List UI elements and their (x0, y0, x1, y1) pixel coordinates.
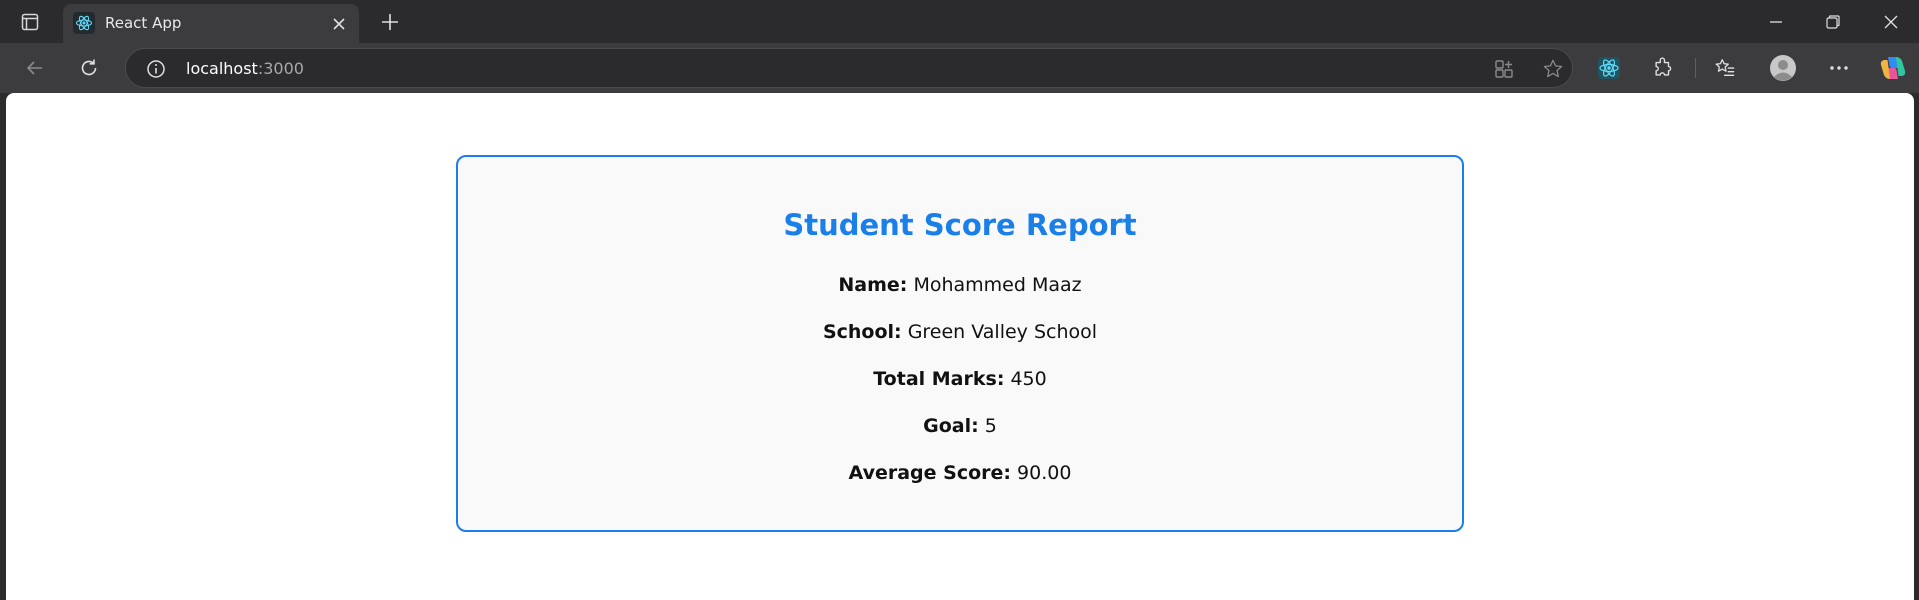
puzzle-icon[interactable] (1645, 52, 1681, 84)
minimize-button[interactable] (1753, 4, 1799, 40)
field-label: Name: (838, 274, 908, 296)
page-viewport: Student Score Report Name: Mohammed Maaz… (6, 93, 1914, 600)
tab-title: React App (105, 14, 182, 32)
reload-icon[interactable] (71, 52, 107, 84)
window-close-button[interactable] (1868, 4, 1914, 40)
arrow-left-icon[interactable] (17, 52, 53, 84)
address-bar[interactable]: localhost:3000 (125, 48, 1573, 88)
more-icon[interactable] (1821, 52, 1857, 84)
field-value: 450 (1010, 368, 1047, 390)
tab-actions-icon[interactable] (14, 8, 46, 36)
field-average-score: Average Score: 90.00 (458, 462, 1462, 484)
score-report-card: Student Score Report Name: Mohammed Maaz… (456, 155, 1464, 532)
react-devtools-icon[interactable] (1591, 52, 1627, 84)
field-label: Average Score: (848, 462, 1011, 484)
restore-button[interactable] (1810, 4, 1856, 40)
apps-icon[interactable] (1491, 57, 1517, 81)
url-text: localhost:3000 (186, 59, 304, 78)
favorites-icon[interactable] (1707, 52, 1743, 84)
field-total-marks: Total Marks: 450 (458, 368, 1462, 390)
field-value: 5 (984, 415, 997, 437)
field-label: Goal: (923, 415, 979, 437)
browser-toolbar: localhost:3000 (0, 43, 1919, 93)
field-school: School: Green Valley School (458, 321, 1462, 343)
react-atom-icon (73, 12, 95, 34)
browser-tab[interactable]: React App (63, 4, 359, 43)
copilot-icon[interactable] (1875, 52, 1911, 84)
avatar-icon[interactable] (1765, 52, 1801, 84)
field-goal: Goal: 5 (458, 415, 1462, 437)
field-label: School: (822, 321, 902, 343)
field-label: Total Marks: (873, 368, 1005, 390)
field-name: Name: Mohammed Maaz (458, 274, 1462, 296)
url-port: :3000 (257, 59, 304, 78)
info-icon[interactable] (144, 57, 168, 81)
close-icon[interactable] (327, 12, 351, 36)
url-host: localhost (186, 59, 258, 78)
field-value: Mohammed Maaz (913, 274, 1082, 296)
plus-icon[interactable] (374, 7, 406, 37)
toolbar-divider (1695, 58, 1696, 78)
star-icon[interactable] (1540, 57, 1566, 81)
report-title: Student Score Report (783, 208, 1137, 242)
field-value: 90.00 (1017, 462, 1072, 484)
field-value: Green Valley School (907, 321, 1098, 343)
title-bar: React App (0, 0, 1919, 43)
